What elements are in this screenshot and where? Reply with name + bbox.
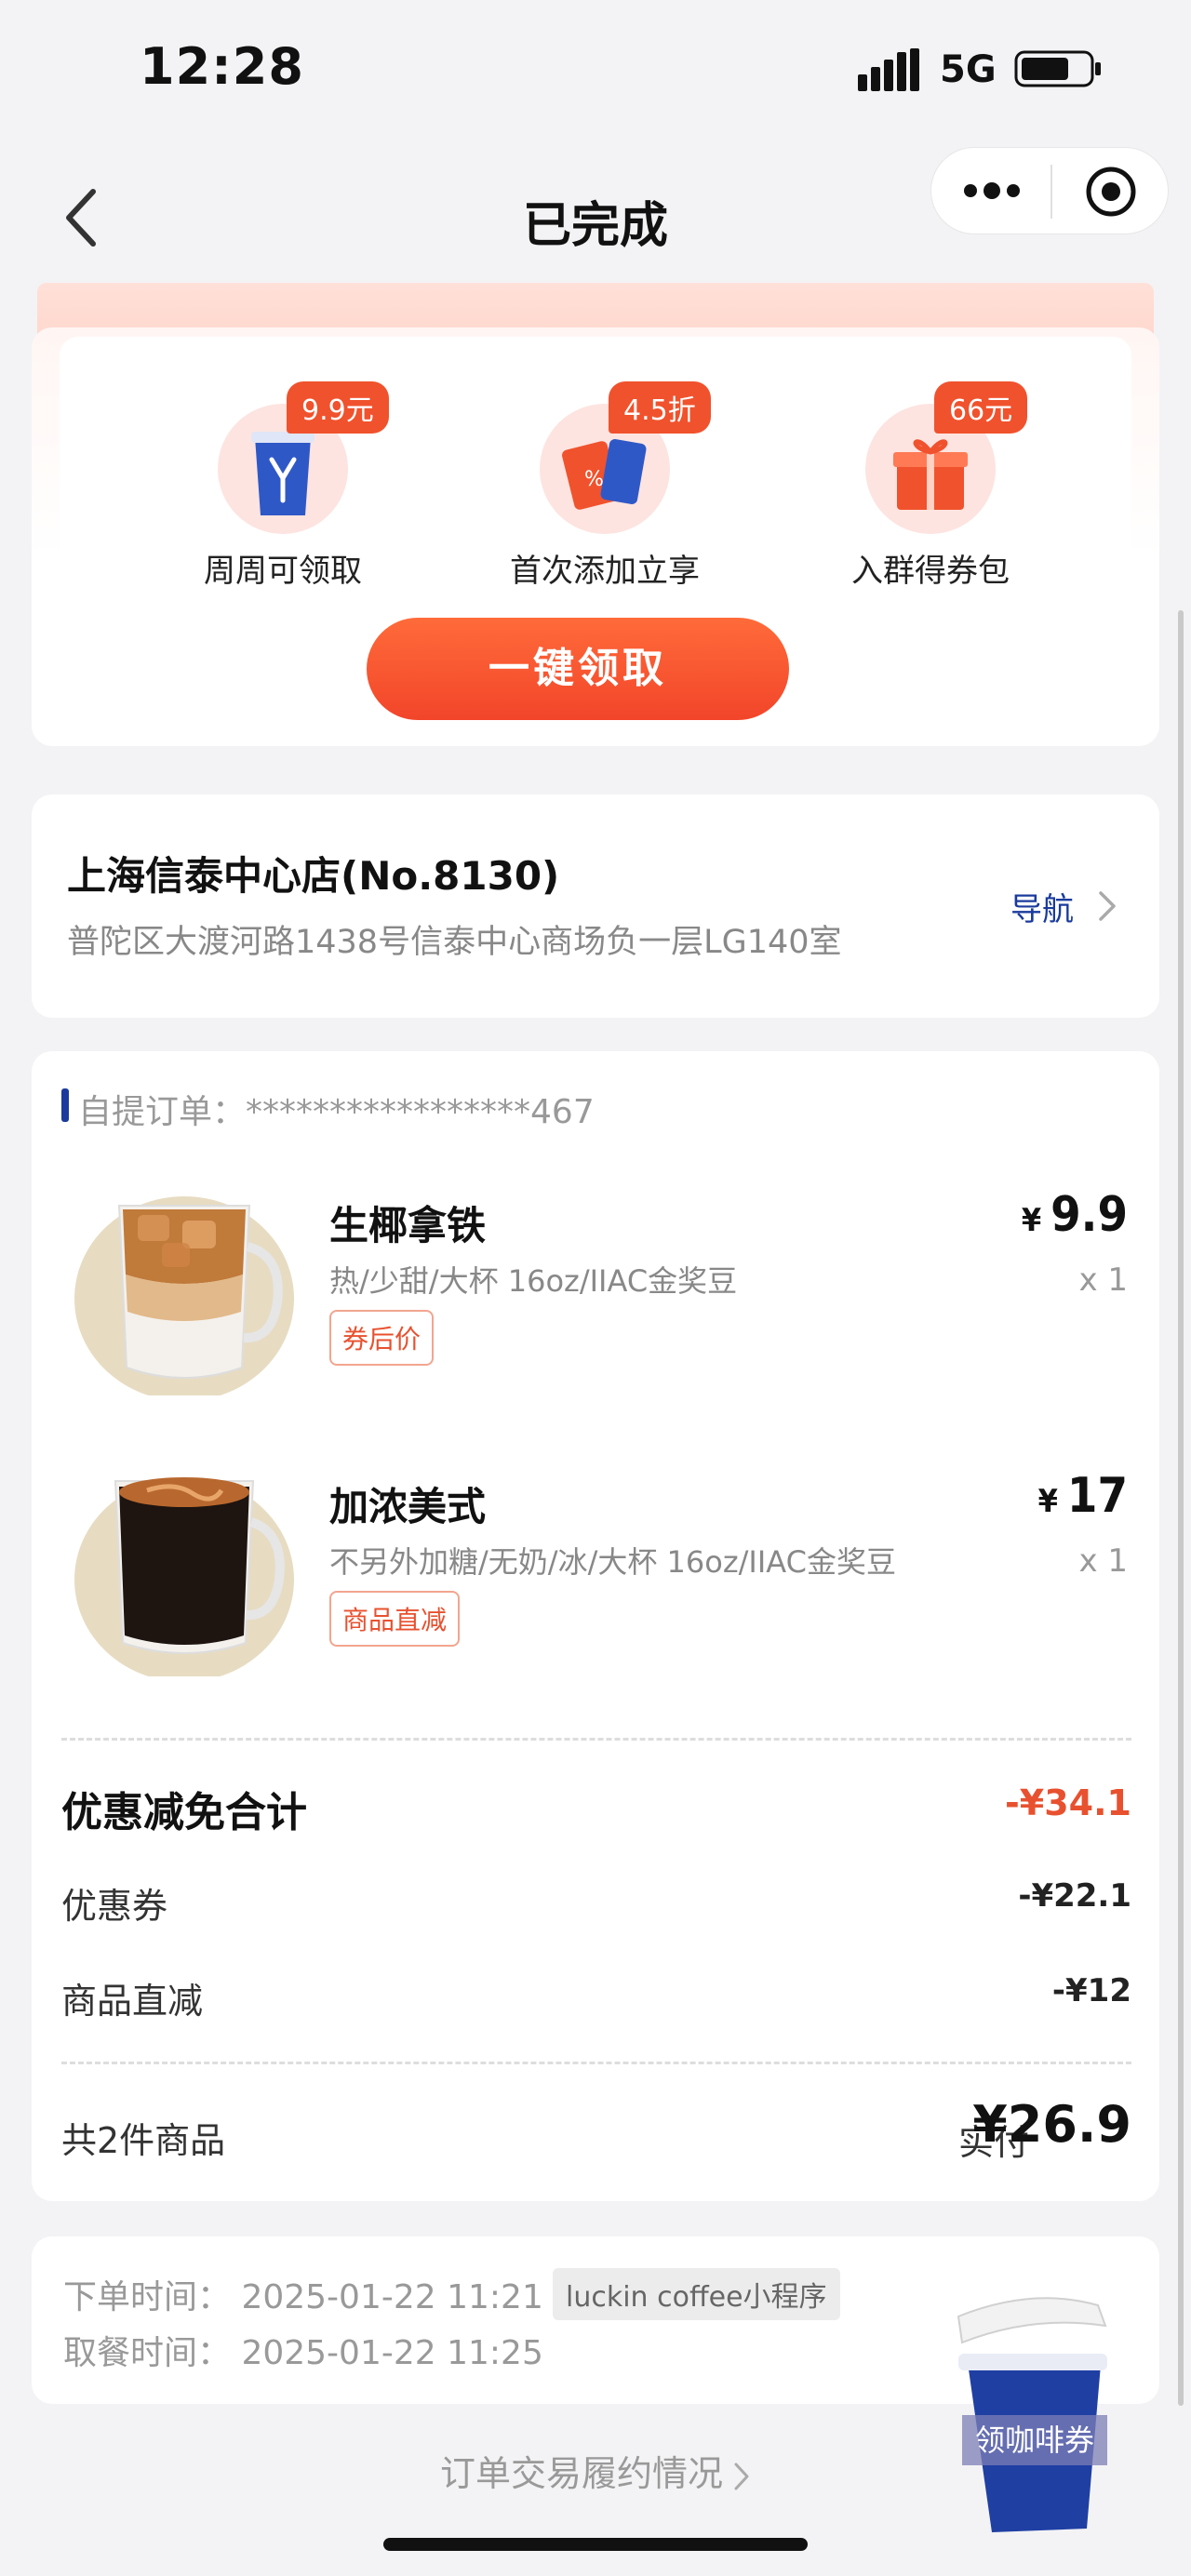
coupon-label: 优惠券 (61, 1886, 168, 1927)
promo-item-weekly[interactable]: 9.9元 周周可领取 (162, 372, 404, 591)
promo-label: 首次添加立享 (510, 553, 700, 590)
coupon-row: 优惠券 -¥22.1 (61, 1877, 1131, 1927)
item-quantity: x 1 (1078, 1261, 1128, 1299)
item-spec: 不另外加糖/无奶/冰/大杯 16oz/IIAC金奖豆 (329, 1544, 896, 1580)
battery-icon (1014, 50, 1101, 87)
more-icon[interactable] (959, 167, 1024, 215)
fulfillment-label: 订单交易履约情况 (439, 2453, 723, 2494)
mini-program-capsule (930, 147, 1169, 234)
signal-icon (858, 48, 919, 91)
promo-card: 9.9元 周周可领取 % 4.5折 首次添加立享 66元 入群得券包 一键领取 (32, 327, 1159, 746)
close-mini-program-icon[interactable] (1084, 165, 1138, 219)
promo-tag: 4.5折 (609, 381, 711, 434)
home-indicator[interactable] (383, 2538, 808, 2551)
item-badge: 商品直减 (329, 1591, 461, 1647)
coffee-cup-icon: 领咖啡券 (957, 2297, 1107, 2532)
discount-total-row: 优惠减免合计 -¥34.1 (61, 1779, 1131, 1836)
store-address: 普陀区大渡河路1438号信泰中心商场负一层LG140室 (67, 924, 842, 961)
paid-value: ¥26.9 (972, 2095, 1131, 2154)
item-spec: 热/少甜/大杯 16oz/IIAC金奖豆 (329, 1263, 738, 1299)
item-name: 生椰拿铁 (329, 1203, 487, 1248)
item-price: ¥9.9 (1022, 1187, 1128, 1243)
order-item[interactable]: 加浓美式 不另外加糖/无奶/冰/大杯 16oz/IIAC金奖豆 商品直减 ¥17… (32, 1453, 1159, 1714)
order-id-value: *****************467 (246, 1093, 595, 1131)
promo-item-first[interactable]: % 4.5折 首次添加立享 (484, 372, 726, 591)
store-name: 上海信泰中心店(No.8130) (67, 853, 560, 899)
order-source-tag: luckin coffee小程序 (553, 2268, 840, 2320)
item-badge: 券后价 (329, 1310, 435, 1366)
chevron-right-icon (734, 2463, 749, 2489)
promo-item-group[interactable]: 66元 入群得券包 (810, 372, 1051, 591)
discount-total-label: 优惠减免合计 (61, 1789, 307, 1836)
promo-label: 入群得券包 (851, 553, 1010, 590)
currency-symbol: ¥ (1037, 1483, 1058, 1520)
item-quantity: x 1 (1078, 1542, 1128, 1580)
svg-text:%: % (584, 468, 604, 491)
order-id: 自提订单：*****************467 (78, 1085, 595, 1133)
total-row: 共2件商品 实付 ¥26.9 (61, 2095, 1131, 2163)
order-item[interactable]: 生椰拿铁 热/少甜/大杯 16oz/IIAC金奖豆 券后价 ¥9.9 x 1 (32, 1172, 1159, 1433)
order-card: 自提订单：*****************467 生椰拿铁 热/少甜/大杯 1… (32, 1051, 1159, 2201)
promo-label: 周周可领取 (204, 553, 362, 590)
capsule-divider (1050, 165, 1052, 219)
pickup-time: 取餐时间： 2025-01-22 11:25 (63, 2334, 543, 2372)
discount-total-value: -¥34.1 (1005, 1782, 1131, 1823)
chevron-right-icon[interactable] (1096, 888, 1118, 925)
item-price-value: 17 (1066, 1468, 1128, 1524)
float-coupon-label: 领咖啡券 (975, 2423, 1094, 2458)
coffee-coupon-float-button[interactable]: 领咖啡券 (949, 2289, 1117, 2540)
item-price: ¥17 (1038, 1468, 1128, 1524)
americano-image (74, 1477, 294, 1676)
order-time: 下单时间： 2025-01-22 11:21 (63, 2278, 543, 2316)
divider (61, 2062, 1131, 2064)
promo-tag: 66元 (934, 381, 1028, 434)
claim-all-button[interactable]: 一键领取 (367, 618, 789, 720)
item-count: 共2件商品 (61, 2120, 226, 2161)
coconut-latte-image (74, 1196, 294, 1395)
currency-symbol: ¥ (1021, 1202, 1042, 1239)
order-id-label: 自提订单： (78, 1093, 247, 1131)
network-label: 5G (940, 48, 997, 91)
navigate-link[interactable]: 导航 (1010, 884, 1074, 929)
promo-tag: 9.9元 (287, 381, 389, 434)
order-id-marker (61, 1088, 69, 1122)
direct-discount-label: 商品直减 (61, 1981, 204, 2022)
item-price-value: 9.9 (1050, 1187, 1128, 1243)
direct-discount-row: 商品直减 -¥12 (61, 1972, 1131, 2022)
status-time: 12:28 (140, 37, 304, 96)
item-name: 加浓美式 (329, 1484, 487, 1529)
scrollbar[interactable] (1178, 610, 1184, 2406)
store-card: 上海信泰中心店(No.8130) 普陀区大渡河路1438号信泰中心商场负一层LG… (32, 794, 1159, 1018)
direct-discount-value: -¥12 (1051, 1972, 1131, 2009)
divider (61, 1738, 1131, 1741)
coupon-value: -¥22.1 (1018, 1877, 1131, 1915)
